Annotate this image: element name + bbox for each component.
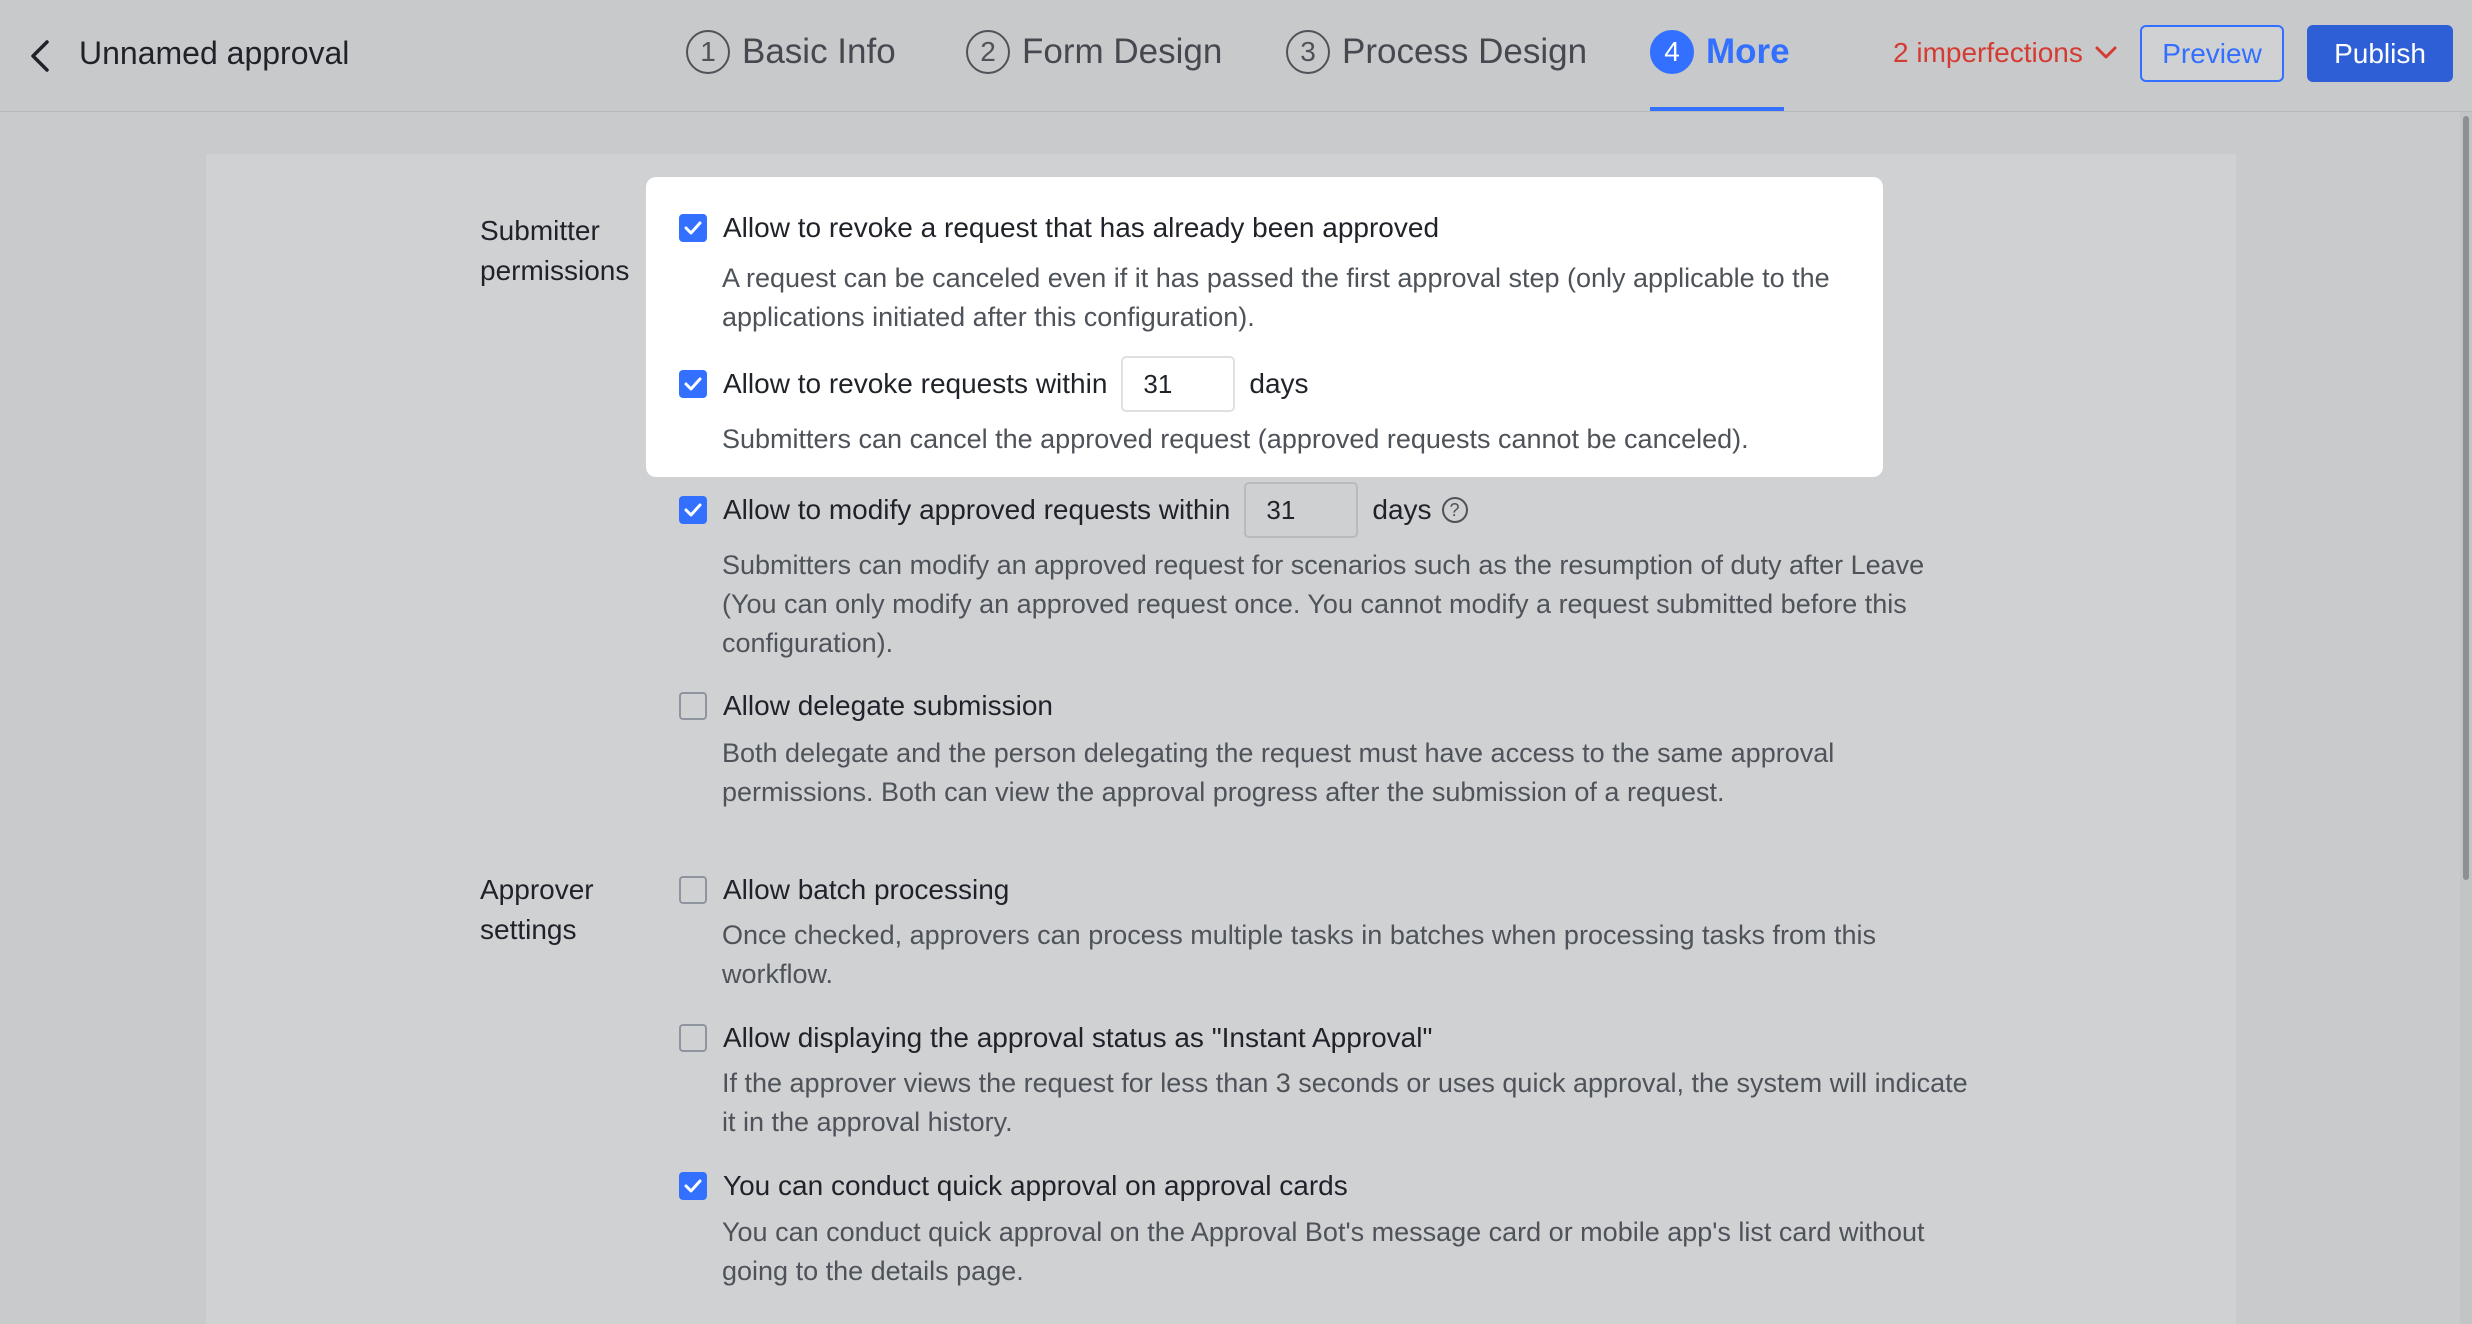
checkbox[interactable] <box>679 214 707 242</box>
option-revoke-within: Allow to revoke requests within 31 days <box>679 356 1309 412</box>
step-label: Form Design <box>1022 32 1223 71</box>
checkbox[interactable] <box>679 692 707 720</box>
option-label: Allow to modify approved requests within <box>723 494 1231 525</box>
publish-button[interactable]: Publish <box>2307 25 2453 82</box>
tab-basic-info[interactable]: 1 Basic Info <box>686 26 896 78</box>
check-icon <box>684 503 702 517</box>
checkbox[interactable] <box>679 876 707 904</box>
tab-process-design[interactable]: 3 Process Design <box>1286 26 1587 78</box>
approver-settings-label: Approver settings <box>480 874 594 945</box>
chevron-down-icon <box>2095 46 2117 59</box>
scrollbar-thumb[interactable] <box>2463 116 2469 880</box>
option-description: Both delegate and the person delegating … <box>722 738 1835 807</box>
step-label: More <box>1706 32 1790 71</box>
days-unit: days <box>1372 494 1432 525</box>
step-number: 2 <box>966 30 1010 74</box>
option-description: A request can be canceled even if it has… <box>722 263 1830 332</box>
step-number: 3 <box>1286 30 1330 74</box>
check-icon <box>684 1179 702 1193</box>
option-modify-within: Allow to modify approved requests within… <box>679 482 1468 538</box>
page-title: Unnamed approval <box>79 35 350 71</box>
modify-days-input[interactable]: 31 <box>1244 482 1359 538</box>
step-number: 4 <box>1650 30 1694 74</box>
tab-form-design[interactable]: 2 Form Design <box>966 26 1222 78</box>
chevron-left-icon <box>31 40 49 72</box>
checkbox[interactable] <box>679 1024 707 1052</box>
option-label: Allow delegate submission <box>723 690 1053 721</box>
check-icon <box>684 377 702 391</box>
vertical-scrollbar[interactable] <box>2460 112 2472 1324</box>
checkbox[interactable] <box>679 1172 707 1200</box>
submitter-permissions-label: Submitter permissions <box>480 215 630 286</box>
option-delegate-submission: Allow delegate submission <box>679 690 1053 722</box>
revoke-days-input[interactable]: 31 <box>1121 356 1236 412</box>
option-quick-approval: You can conduct quick approval on approv… <box>679 1170 1348 1202</box>
step-label: Process Design <box>1342 32 1588 71</box>
option-label: You can conduct quick approval on approv… <box>723 1170 1348 1201</box>
option-instant-approval: Allow displaying the approval status as … <box>679 1022 1432 1054</box>
imperfections-dropdown[interactable]: 2 imperfections <box>1893 32 2117 74</box>
option-description: You can conduct quick approval on the Ap… <box>722 1217 1925 1286</box>
option-label: Allow displaying the approval status as … <box>723 1022 1433 1053</box>
option-description: If the approver views the request for le… <box>722 1068 1968 1137</box>
option-description: Submitters can cancel the approved reque… <box>722 424 1749 454</box>
days-unit: days <box>1249 368 1309 399</box>
tab-more[interactable]: 4 More <box>1650 26 1790 78</box>
option-description: Once checked, approvers can process mult… <box>722 920 1877 989</box>
option-label: Allow to revoke a request that has alrea… <box>723 212 1440 243</box>
question-circle-icon[interactable]: ? <box>1441 497 1468 523</box>
option-label: Allow batch processing <box>723 874 1010 905</box>
preview-button[interactable]: Preview <box>2140 25 2284 82</box>
option-revoke-approved: Allow to revoke a request that has alrea… <box>679 212 1439 244</box>
step-number: 1 <box>686 30 730 74</box>
imperfections-label: 2 imperfections <box>1893 37 2083 68</box>
step-label: Basic Info <box>742 32 896 71</box>
option-batch-processing: Allow batch processing <box>679 874 1009 906</box>
top-bar: Unnamed approval 1 Basic Info 2 Form Des… <box>0 0 2472 112</box>
option-label: Allow to revoke requests within <box>723 368 1108 399</box>
option-description: Submitters can modify an approved reques… <box>722 550 1925 658</box>
back-button[interactable] <box>18 34 62 78</box>
active-tab-indicator <box>1650 107 1784 111</box>
check-icon <box>684 221 702 235</box>
checkbox[interactable] <box>679 370 707 398</box>
checkbox[interactable] <box>679 496 707 524</box>
